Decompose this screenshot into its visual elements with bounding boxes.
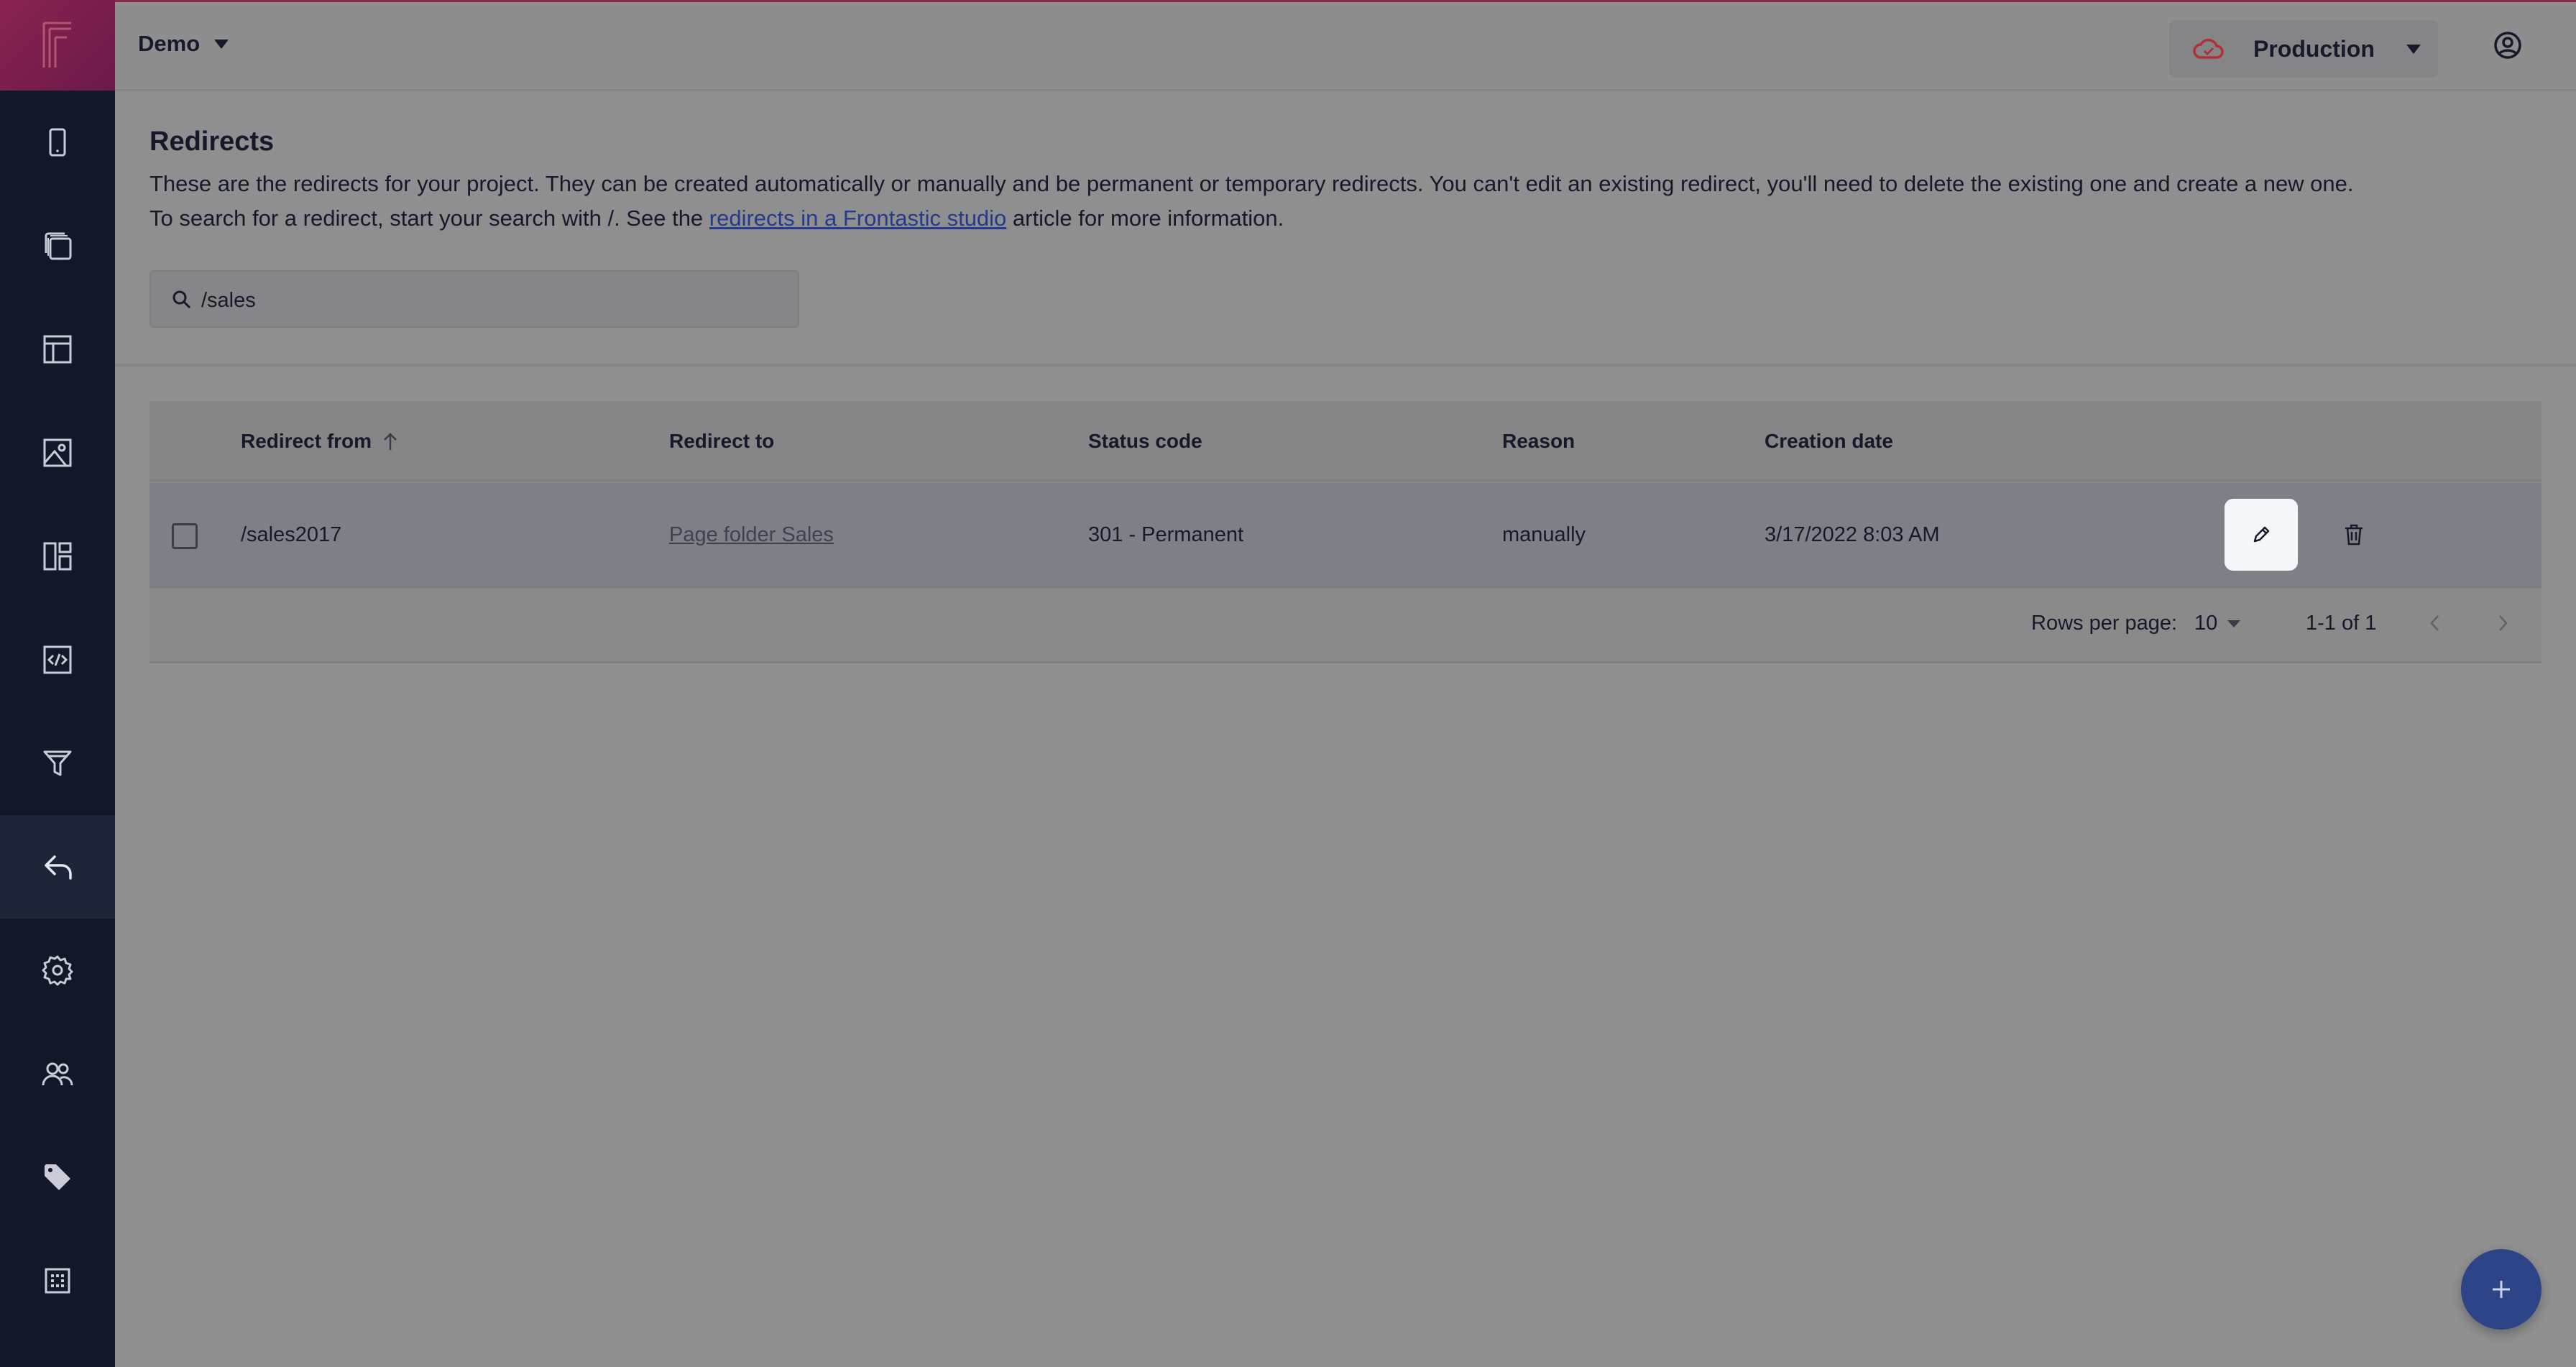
search-input[interactable]: [201, 285, 776, 316]
column-status-label: Status code: [1088, 430, 1202, 452]
frontastic-logo[interactable]: [0, 0, 115, 91]
column-to-label: Redirect to: [669, 430, 775, 452]
column-from-label: Redirect from: [241, 430, 372, 452]
rows-per-page-label: Rows per page:: [2031, 612, 2178, 635]
components-grid-icon: [43, 542, 72, 571]
reply-arrow-icon: [45, 855, 72, 880]
environment-select[interactable]: Production: [2169, 20, 2438, 78]
mobile-device-icon: [49, 128, 66, 157]
pencil-icon: [2253, 526, 2270, 543]
sidebar-item-users[interactable]: [0, 1022, 115, 1126]
column-header-reason: Reason: [1502, 430, 1575, 453]
logo-icon: [42, 22, 71, 68]
sidebar-item-settings[interactable]: [0, 919, 115, 1022]
tag-icon: [45, 1164, 70, 1190]
copy-pages-icon: [45, 232, 72, 260]
description-prefix: To search for a redirect, start your sea…: [150, 206, 709, 231]
redirects-table: Redirect from Redirect to Status code Re…: [150, 401, 2542, 663]
next-page-button[interactable]: [2488, 608, 2517, 640]
cell-reason: manually: [1502, 523, 1586, 546]
top-bar: Demo Production: [115, 0, 2576, 91]
column-header-from[interactable]: Redirect from: [241, 430, 399, 453]
sidebar: [0, 0, 115, 1367]
image-icon: [43, 438, 72, 467]
description-suffix: article for more information.: [1006, 206, 1284, 231]
plus-icon: [2493, 1281, 2510, 1298]
cell-creation-date: 3/17/2022 8:03 AM: [1765, 523, 1940, 546]
chevron-down-icon: [2406, 45, 2421, 54]
section-divider: [115, 364, 2576, 367]
chevron-down-icon: [214, 39, 229, 49]
row-checkbox[interactable]: [172, 523, 198, 549]
grid-dots-icon: [45, 1268, 70, 1294]
layout-icon: [43, 335, 72, 364]
description-line-1: These are the redirects for your project…: [150, 171, 2354, 196]
rows-per-page-select[interactable]: 10: [2194, 612, 2241, 635]
table-header: Redirect from Redirect to Status code Re…: [150, 401, 2542, 482]
sidebar-item-redirects[interactable]: [0, 815, 115, 919]
sidebar-item-device[interactable]: [0, 91, 115, 194]
edit-button[interactable]: [2225, 499, 2298, 571]
rows-per-page-value: 10: [2194, 612, 2218, 635]
pagination-range: 1-1 of 1: [2306, 612, 2377, 635]
sidebar-item-developer[interactable]: [0, 608, 115, 712]
help-article-link[interactable]: redirects in a Frontastic studio: [709, 206, 1007, 231]
chevron-down-icon: [2227, 620, 2241, 627]
account-icon[interactable]: [2492, 29, 2524, 61]
sidebar-item-components[interactable]: [0, 505, 115, 608]
previous-page-button[interactable]: [2421, 608, 2450, 640]
code-icon: [43, 645, 72, 674]
project-select[interactable]: Demo: [138, 31, 229, 57]
chevron-left-icon: [2430, 615, 2439, 631]
chevron-right-icon: [2499, 615, 2508, 631]
search-icon: [172, 290, 191, 309]
sidebar-item-filters[interactable]: [0, 712, 115, 815]
search-box: [150, 270, 799, 328]
project-name: Demo: [138, 31, 201, 56]
description-line-2: To search for a redirect, start your sea…: [150, 201, 2450, 236]
environment-label: Production: [2253, 36, 2375, 62]
column-header-date: Creation date: [1765, 430, 1893, 453]
sidebar-item-pages[interactable]: [0, 194, 115, 298]
cloud-icon: [2193, 38, 2224, 59]
table-row[interactable]: /sales2017 Page folder Sales 301 - Perma…: [150, 483, 2542, 588]
sidebar-item-tags[interactable]: [0, 1126, 115, 1229]
cell-redirect-to-link[interactable]: Page folder Sales: [669, 523, 834, 547]
add-redirect-button[interactable]: [2461, 1249, 2542, 1330]
column-date-label: Creation date: [1765, 430, 1893, 452]
cell-redirect-from: /sales2017: [241, 523, 342, 546]
page-title: Redirects: [150, 126, 275, 157]
column-header-status: Status code: [1088, 430, 1202, 453]
column-reason-label: Reason: [1502, 430, 1576, 452]
cell-status-code: 301 - Permanent: [1088, 523, 1244, 546]
gear-icon: [42, 955, 73, 986]
column-header-to: Redirect to: [669, 430, 774, 453]
sidebar-item-layout[interactable]: [0, 298, 115, 401]
page-description: These are the redirects for your project…: [150, 167, 2450, 236]
sidebar-item-media[interactable]: [0, 401, 115, 505]
sidebar-item-other[interactable]: [0, 1229, 115, 1333]
funnel-icon: [43, 750, 72, 776]
sort-ascending-icon: [384, 433, 397, 450]
trash-icon: [2345, 524, 2363, 546]
users-icon: [42, 1062, 73, 1086]
table-pagination: Rows per page: 10 1-1 of 1: [150, 588, 2542, 663]
delete-button[interactable]: [2338, 519, 2370, 551]
